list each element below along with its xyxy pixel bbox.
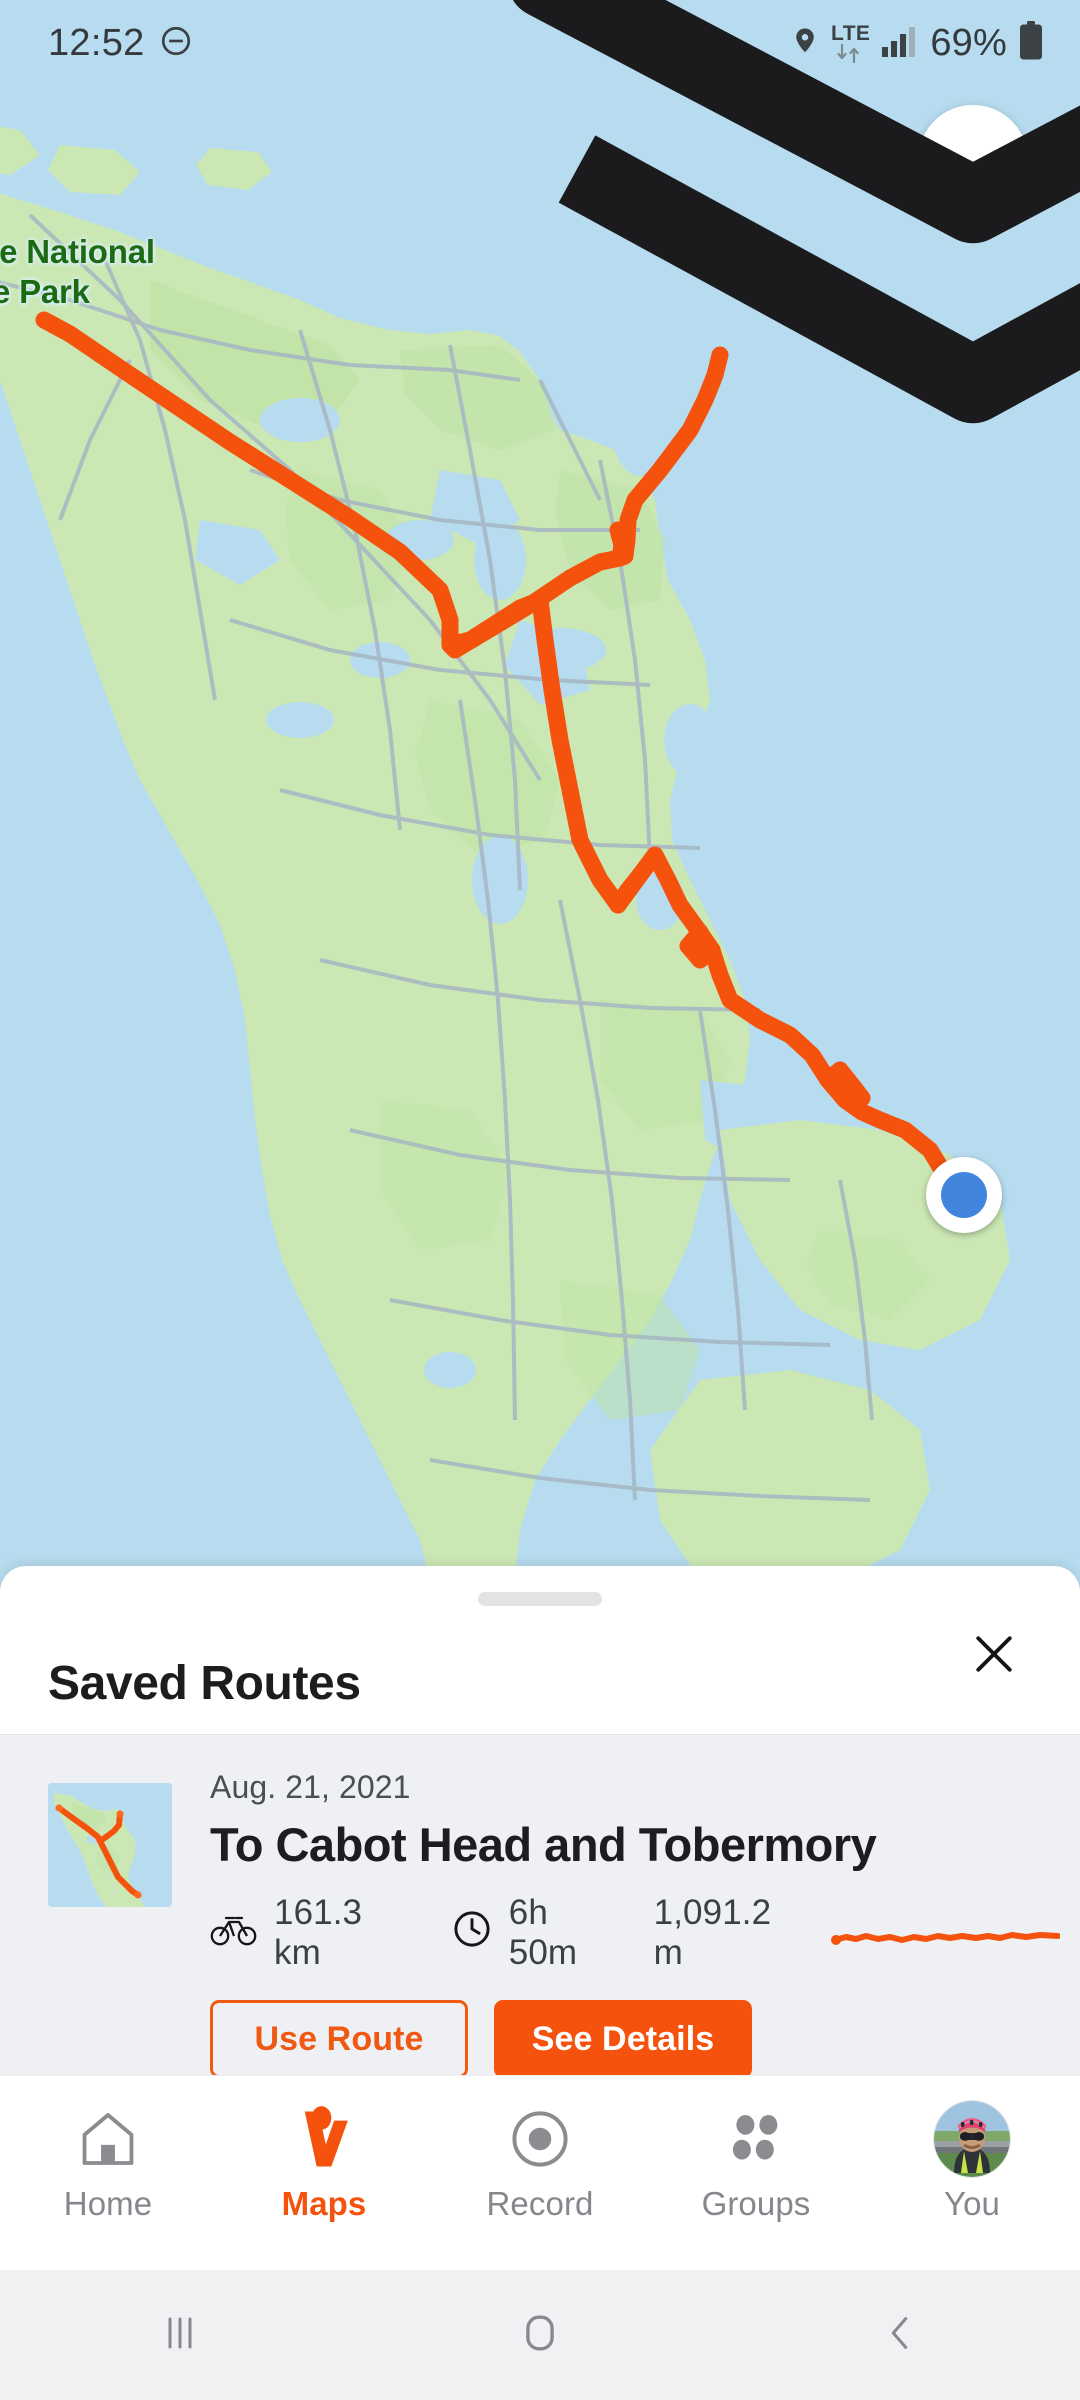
current-location-dot[interactable] bbox=[926, 1157, 1002, 1233]
tab-you-label: You bbox=[944, 2185, 1000, 2222]
do-not-disturb-icon bbox=[159, 24, 193, 63]
android-navigation-bar bbox=[0, 2270, 1080, 2400]
lte-label: LTE bbox=[831, 22, 871, 45]
signal-bars-icon bbox=[881, 25, 919, 62]
tab-groups[interactable]: Groups bbox=[648, 2076, 864, 2223]
layers-icon bbox=[433, 0, 1080, 950]
bicycle-icon bbox=[210, 1911, 258, 1956]
home-square-icon bbox=[515, 2308, 565, 2363]
maps-icon bbox=[292, 2102, 356, 2176]
use-route-button[interactable]: Use Route bbox=[210, 2000, 468, 2078]
close-sheet-button[interactable] bbox=[958, 1620, 1030, 1692]
stat-duration: 6h 50m bbox=[451, 1893, 619, 1973]
home-icon bbox=[75, 2102, 141, 2176]
route-actions: Use Route See Details bbox=[210, 2000, 1060, 2078]
status-time: 12:52 bbox=[48, 21, 145, 64]
avatar-photo bbox=[934, 2101, 1010, 2177]
lte-data-arrows-icon: LTE bbox=[831, 23, 870, 63]
back-chevron-icon bbox=[877, 2310, 923, 2361]
tab-home-label: Home bbox=[63, 2185, 153, 2222]
stat-elevation: 1,091.2 m bbox=[654, 1893, 804, 1973]
status-bar: 12:52 LTE 69% bbox=[0, 0, 1080, 86]
tab-groups-label: Groups bbox=[701, 2185, 811, 2222]
bottom-tab-bar: Home Maps Record Groups You bbox=[0, 2075, 1080, 2270]
map-layers-button[interactable] bbox=[513, 0, 1080, 424]
see-details-button[interactable]: See Details bbox=[494, 2000, 752, 2078]
recents-icon bbox=[156, 2309, 204, 2362]
map-canvas[interactable]: ive Nationalne Park bbox=[0, 0, 1080, 1580]
route-title: To Cabot Head and Tobermory bbox=[210, 1818, 877, 1871]
elevation-value: 1,091.2 m bbox=[653, 1893, 772, 1972]
tab-home[interactable]: Home bbox=[0, 2076, 216, 2223]
battery-percent: 69% bbox=[930, 21, 1007, 64]
tab-maps-label: Maps bbox=[281, 2185, 367, 2222]
sheet-header: Saved Routes bbox=[0, 1606, 1080, 1734]
location-pin-icon bbox=[790, 24, 820, 63]
elevation-sparkline bbox=[830, 1916, 1060, 1950]
status-bar-left: 12:52 bbox=[48, 22, 193, 65]
tab-record-label: Record bbox=[486, 2185, 594, 2222]
route-info: Aug. 21, 2021 To Cabot Head and Tobermor… bbox=[172, 1769, 1080, 2078]
home-button[interactable] bbox=[360, 2308, 720, 2363]
sheet-title: Saved Routes bbox=[48, 1656, 361, 1710]
duration-value: 6h 50m bbox=[508, 1893, 578, 1972]
tab-you[interactable]: You bbox=[864, 2076, 1080, 2223]
stat-distance: 161.3 km bbox=[210, 1893, 410, 1973]
distance-value: 161.3 km bbox=[274, 1893, 363, 1972]
recents-button[interactable] bbox=[0, 2309, 360, 2362]
battery-icon bbox=[1018, 20, 1044, 66]
location-dot-inner bbox=[941, 1172, 987, 1218]
sheet-drag-handle[interactable] bbox=[478, 1592, 602, 1606]
tab-maps[interactable]: Maps bbox=[216, 2076, 432, 2223]
groups-icon bbox=[725, 2102, 787, 2176]
close-icon bbox=[967, 1627, 1021, 1686]
route-stats: 161.3 km 6h 50m 1,091.2 m bbox=[210, 1893, 1060, 1973]
app-screen: ive Nationalne Park 12:52 bbox=[0, 0, 1080, 2400]
saved-route-card[interactable]: Aug. 21, 2021 To Cabot Head and Tobermor… bbox=[0, 1734, 1080, 2116]
status-bar-right: LTE 69% bbox=[790, 20, 1044, 66]
back-button[interactable] bbox=[720, 2310, 1080, 2361]
route-date: Aug. 21, 2021 bbox=[210, 1769, 411, 1805]
map-park-label: ive Nationalne Park bbox=[0, 233, 155, 311]
tab-record[interactable]: Record bbox=[432, 2076, 648, 2223]
route-thumbnail[interactable] bbox=[48, 1783, 172, 1907]
clock-icon bbox=[451, 1908, 493, 1959]
avatar bbox=[934, 2101, 1010, 2177]
record-icon bbox=[507, 2102, 573, 2176]
